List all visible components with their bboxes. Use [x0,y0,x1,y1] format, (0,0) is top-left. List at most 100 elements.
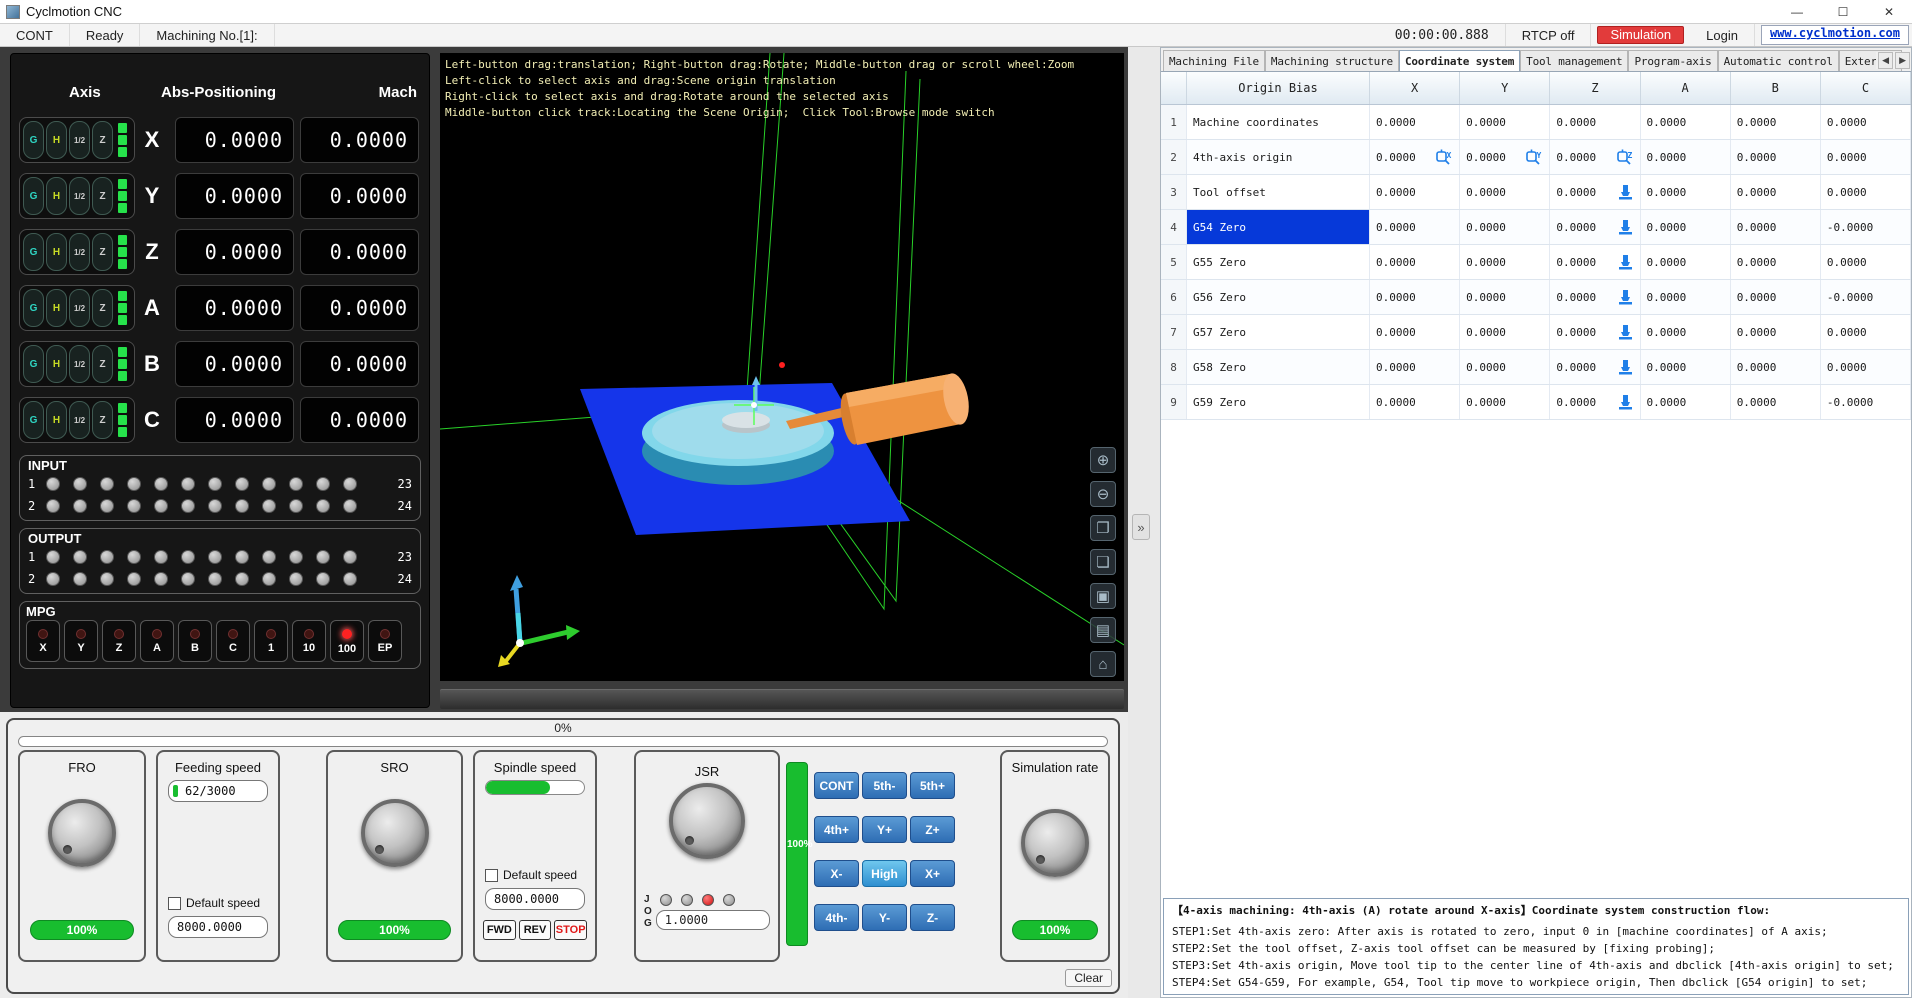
view-copy-icon[interactable]: ❐ [1090,515,1116,541]
maximize-button[interactable]: ☐ [1820,0,1866,23]
mpg-ep-button[interactable]: EP [368,620,402,662]
cell-c[interactable]: 0.0000 [1821,350,1911,384]
tool-offset-icon[interactable] [1617,324,1634,341]
cell-c[interactable]: 0.0000 [1821,140,1911,174]
tool-offset-icon[interactable] [1617,289,1634,306]
axis-a-half-button[interactable]: 1/2 [69,289,90,327]
cell-a[interactable]: 0.0000 [1641,385,1731,419]
axis-a-h-button[interactable]: H [46,289,67,327]
coord-row-g57-zero[interactable]: 7G57 Zero0.00000.00000.00000.00000.00000… [1161,315,1911,350]
spindle-fwd-button[interactable]: FWD [483,920,516,940]
tab-scroll-right-icon[interactable]: ▶ [1895,52,1910,69]
jog-z-plus-button[interactable]: Z+ [910,816,955,843]
feed-default-speed-checkbox[interactable]: Default speed [168,896,260,910]
cell-y[interactable]: 0.0000 [1460,245,1550,279]
axis-y-g-button[interactable]: G [23,177,44,215]
tab-program-axis[interactable]: Program-axis [1628,50,1717,71]
mpg-b-button[interactable]: B [178,620,212,662]
tool-offset-icon[interactable] [1617,254,1634,271]
cell-y[interactable]: 0.0000 [1460,210,1550,244]
cell-z[interactable]: 0.0000 [1550,175,1640,209]
cell-c[interactable]: 0.0000 [1821,175,1911,209]
view-home-icon[interactable]: ⌂ [1090,651,1116,677]
tool-offset-icon[interactable] [1617,394,1634,411]
origin-name-cell[interactable]: G59 Zero [1187,385,1370,419]
cell-c[interactable]: -0.0000 [1821,210,1911,244]
coord-row-4th-axis-origin[interactable]: 24th-axis origin0.0000X0.0000Y0.0000Z0.0… [1161,140,1911,175]
cell-x[interactable]: 0.0000 [1370,105,1460,139]
origin-name-cell[interactable]: G54 Zero [1187,210,1370,244]
panel-collapse-button[interactable]: » [1132,514,1150,540]
axis-c-g-button[interactable]: G [23,401,44,439]
axis-a-g-button[interactable]: G [23,289,44,327]
feeding-speed-current[interactable]: 62/3000 [168,780,268,802]
view-panes-icon[interactable]: ❏ [1090,549,1116,575]
origin-name-cell[interactable]: G57 Zero [1187,315,1370,349]
cell-z[interactable]: 0.0000Z [1550,140,1640,174]
cell-z[interactable]: 0.0000 [1550,315,1640,349]
axis-a-zero-button[interactable]: Z [92,289,113,327]
mpg-c-button[interactable]: C [216,620,250,662]
zoom-out-icon[interactable]: ⊖ [1090,481,1116,507]
mpg-z-button[interactable]: Z [102,620,136,662]
cell-b[interactable]: 0.0000 [1731,105,1821,139]
sro-knob[interactable] [361,799,429,867]
cell-c[interactable]: -0.0000 [1821,280,1911,314]
mpg-10-button[interactable]: 10 [292,620,326,662]
cell-x[interactable]: 0.0000 [1370,210,1460,244]
simulation-button[interactable]: Simulation [1597,26,1684,44]
axis-b-h-button[interactable]: H [46,345,67,383]
tab-tool-management[interactable]: Tool management [1520,50,1628,71]
tool-offset-icon[interactable] [1617,184,1634,201]
tab-coordinate-system[interactable]: Coordinate system [1399,50,1520,71]
cell-y[interactable]: 0.0000 [1460,175,1550,209]
cell-x[interactable]: 0.0000 [1370,280,1460,314]
axis-b-zero-button[interactable]: Z [92,345,113,383]
cell-a[interactable]: 0.0000 [1641,175,1731,209]
coord-row-g56-zero[interactable]: 6G56 Zero0.00000.00000.00000.00000.0000-… [1161,280,1911,315]
mpg-1-button[interactable]: 1 [254,620,288,662]
jog-y-plus-button[interactable]: Y+ [862,816,907,843]
coord-row-g59-zero[interactable]: 9G59 Zero0.00000.00000.00000.00000.0000-… [1161,385,1911,420]
cell-z[interactable]: 0.0000 [1550,210,1640,244]
cell-y[interactable]: 0.0000 [1460,350,1550,384]
cell-a[interactable]: 0.0000 [1641,105,1731,139]
jog-high-button[interactable]: High [862,860,907,887]
tab-machining-structure[interactable]: Machining structure [1265,50,1399,71]
cell-b[interactable]: 0.0000 [1731,175,1821,209]
cell-c[interactable]: -0.0000 [1821,385,1911,419]
cell-z[interactable]: 0.0000 [1550,280,1640,314]
cell-a[interactable]: 0.0000 [1641,280,1731,314]
close-button[interactable]: ✕ [1866,0,1912,23]
cell-x[interactable]: 0.0000 [1370,350,1460,384]
axis-x-zero-button[interactable]: Z [92,121,113,159]
jsr-rate-bar[interactable]: 100% [786,762,808,946]
mpg-a-button[interactable]: A [140,620,174,662]
jog-x-minus-button[interactable]: X- [814,860,859,887]
jog-4th-plus-button[interactable]: 4th+ [814,816,859,843]
cell-z[interactable]: 0.0000 [1550,105,1640,139]
cell-b[interactable]: 0.0000 [1731,350,1821,384]
axis-z-g-button[interactable]: G [23,233,44,271]
coord-row-tool-offset[interactable]: 3Tool offset0.00000.00000.00000.00000.00… [1161,175,1911,210]
cell-z[interactable]: 0.0000 [1550,245,1640,279]
cell-x[interactable]: 0.0000 [1370,245,1460,279]
jog-z-minus-button[interactable]: Z- [910,904,955,931]
zoom-in-icon[interactable]: ⊕ [1090,447,1116,473]
origin-name-cell[interactable]: Tool offset [1187,175,1370,209]
view-layers-icon[interactable]: ▤ [1090,617,1116,643]
spindle-default-speed-input[interactable]: 8000.0000 [485,888,585,910]
axis-c-half-button[interactable]: 1/2 [69,401,90,439]
axis-c-zero-button[interactable]: Z [92,401,113,439]
clear-button[interactable]: Clear [1065,969,1112,987]
jsr-knob[interactable] [669,783,745,859]
cell-a[interactable]: 0.0000 [1641,350,1731,384]
axis-x-h-button[interactable]: H [46,121,67,159]
tool-offset-icon[interactable] [1617,359,1634,376]
rtcp-toggle[interactable]: RTCP off [1506,24,1592,46]
axis-y-zero-button[interactable]: Z [92,177,113,215]
fro-knob[interactable] [48,799,116,867]
minimize-button[interactable]: — [1774,0,1820,23]
cell-x[interactable]: 0.0000 [1370,385,1460,419]
coord-row-g58-zero[interactable]: 8G58 Zero0.00000.00000.00000.00000.00000… [1161,350,1911,385]
